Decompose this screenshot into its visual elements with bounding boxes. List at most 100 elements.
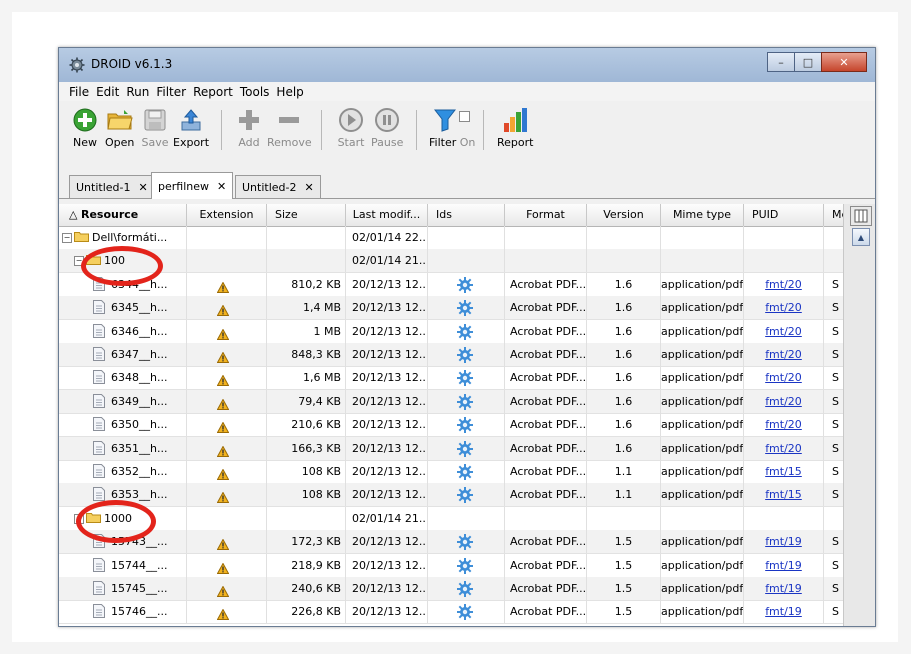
save-button[interactable]: Save — [141, 106, 169, 149]
puid-link[interactable]: fmt/20 — [765, 325, 802, 338]
report-button[interactable]: Report — [497, 106, 533, 149]
column-header-size[interactable]: Size — [267, 204, 346, 226]
table-row[interactable]: 15743__... 172,3 KB 20/12/13 12... Acrobat … — [59, 530, 843, 555]
filter-label: Filter — [429, 136, 457, 149]
puid-cell: fmt/15 — [744, 460, 824, 483]
last-cell: 02/01/14 21... — [346, 506, 428, 530]
file-name: 6346__h... — [111, 324, 168, 338]
table-row[interactable]: −100 02/01/14 21... — [59, 249, 843, 274]
puid-cell — [744, 249, 824, 273]
table-row[interactable]: 6347__h... 848,3 KB 20/12/13 12... Acrobat … — [59, 343, 843, 367]
puid-cell: fmt/20 — [744, 436, 824, 460]
column-header-ids[interactable]: Ids — [428, 204, 505, 226]
open-button[interactable]: Open — [105, 106, 134, 149]
table-row[interactable]: 6352__h... 108 KB 20/12/13 12... Acrobat PD… — [59, 460, 843, 484]
mime-cell: application/pdf — [661, 436, 744, 460]
new-icon — [73, 108, 97, 132]
resource-cell[interactable]: 6347__h... — [59, 343, 187, 366]
column-header-extension[interactable]: Extension — [187, 204, 267, 226]
table-row[interactable]: −1000 02/01/14 21... — [59, 506, 843, 531]
puid-link[interactable]: fmt/20 — [765, 371, 802, 384]
tab-untitled-2[interactable]: Untitled-2 ✕ — [235, 175, 321, 198]
mime-value: application/pdf — [661, 535, 744, 549]
resource-cell[interactable]: 6349__h... — [59, 389, 187, 413]
tab-perfilnew[interactable]: perfilnew ✕ — [151, 172, 234, 199]
table-row[interactable]: 6346__h... 1 MB 20/12/13 12... Acrobat PDF.… — [59, 319, 843, 344]
resource-cell[interactable]: 6350__h... — [59, 413, 187, 437]
column-header-puid[interactable]: PUID — [744, 204, 824, 226]
resource-cell[interactable]: 6346__h... — [59, 319, 187, 343]
menu-help[interactable]: Help — [276, 85, 303, 99]
table-row[interactable]: 6344__h... 810,2 KB 20/12/13 12... Acrobat … — [59, 272, 843, 297]
menu-report[interactable]: Report — [193, 85, 233, 99]
puid-link[interactable]: fmt/19 — [765, 582, 802, 595]
resource-cell[interactable]: 15745__... — [59, 577, 187, 600]
filter-checkbox-icon[interactable] — [459, 110, 471, 122]
puid-link[interactable]: fmt/20 — [765, 348, 802, 361]
table-row[interactable]: 15744__... 218,9 KB 20/12/13 12... Acrobat … — [59, 553, 843, 578]
tree-collapse-icon[interactable]: − — [62, 233, 72, 243]
new-button[interactable]: New — [71, 106, 99, 149]
close-window-button[interactable]: ✕ — [821, 52, 867, 72]
column-header-resource[interactable]: △ Resource — [59, 204, 187, 226]
maximize-button[interactable]: □ — [794, 52, 822, 72]
filter-button[interactable]: Filter On — [429, 106, 475, 149]
column-header-method[interactable]: Me — [824, 204, 843, 226]
table-row[interactable]: 15745__... 240,6 KB 20/12/13 12... Acrobat … — [59, 577, 843, 601]
arrow-up-icon: ▲ — [857, 232, 865, 242]
minimize-button[interactable]: – — [767, 52, 795, 72]
puid-link[interactable]: fmt/20 — [765, 418, 802, 431]
table-row[interactable]: − Dell\formáti... 02/01/14 22... — [59, 226, 843, 250]
puid-link[interactable]: fmt/19 — [765, 605, 802, 618]
start-button[interactable]: Start — [337, 106, 365, 149]
menu-run[interactable]: Run — [126, 85, 149, 99]
last-value: 02/01/14 22... — [352, 231, 428, 244]
resource-cell[interactable]: 6348__h... — [59, 366, 187, 390]
close-tab-icon[interactable]: ✕ — [138, 181, 147, 194]
puid-link[interactable]: fmt/19 — [765, 559, 802, 572]
puid-link[interactable]: fmt/19 — [765, 535, 802, 548]
close-tab-icon[interactable]: ✕ — [217, 180, 226, 193]
puid-link[interactable]: fmt/20 — [765, 395, 802, 408]
menu-tools[interactable]: Tools — [240, 85, 270, 99]
format-cell: Acrobat PDF... — [505, 319, 587, 343]
version-cell: 1.6 — [587, 343, 661, 366]
pause-button[interactable]: Pause — [371, 106, 403, 149]
table-row[interactable]: 6345__h... 1,4 MB 20/12/13 12... Acrobat PD… — [59, 296, 843, 321]
puid-link[interactable]: fmt/20 — [765, 301, 802, 314]
resource-cell[interactable]: 15746__... — [59, 600, 187, 624]
resource-cell[interactable]: 6345__h... — [59, 296, 187, 320]
puid-link[interactable]: fmt/15 — [765, 488, 802, 501]
title-bar[interactable]: DROID v6.1.3 – □ ✕ — [59, 48, 875, 82]
resource-cell[interactable]: 6351__h... — [59, 436, 187, 460]
column-header-last-modified[interactable]: Last modif... — [346, 204, 428, 226]
table-row[interactable]: 6351__h... 166,3 KB 20/12/13 12... Acrobat … — [59, 436, 843, 461]
filter-state-label: On — [459, 136, 476, 149]
last-cell: 02/01/14 21... — [346, 249, 428, 273]
table-row[interactable]: 6350__h... 210,6 KB 20/12/13 12... Acrobat … — [59, 413, 843, 438]
menu-file[interactable]: File — [69, 85, 89, 99]
size-cell: 210,6 KB — [267, 413, 346, 437]
table-row[interactable]: 6348__h... 1,6 MB 20/12/13 12... Acrobat PD… — [59, 366, 843, 391]
remove-button[interactable]: Remove — [267, 106, 312, 149]
column-header-version[interactable]: Version — [587, 204, 661, 226]
export-button[interactable]: Export — [173, 106, 209, 149]
table-row[interactable]: 15746__... 226,8 KB 20/12/13 12... Acrobat … — [59, 600, 843, 625]
resource-cell[interactable]: 15744__... — [59, 553, 187, 577]
menu-filter[interactable]: Filter — [156, 85, 186, 99]
column-chooser-button[interactable] — [850, 206, 872, 226]
column-header-mime-type[interactable]: Mime type — [661, 204, 744, 226]
table-row[interactable]: 6349__h... 79,4 KB 20/12/13 12... Acrobat P… — [59, 389, 843, 414]
table-row[interactable]: 6353__h... 108 KB 20/12/13 12... Acrobat PD… — [59, 483, 843, 508]
scroll-up-button[interactable]: ▲ — [852, 228, 870, 246]
close-tab-icon[interactable]: ✕ — [304, 181, 313, 194]
puid-link[interactable]: fmt/15 — [765, 465, 802, 478]
column-header-format[interactable]: Format — [505, 204, 587, 226]
menu-edit[interactable]: Edit — [96, 85, 119, 99]
vertical-scrollbar[interactable]: ▲ — [843, 204, 875, 626]
resource-cell[interactable]: 6352__h... — [59, 460, 187, 483]
add-button[interactable]: Add — [235, 106, 263, 149]
puid-link[interactable]: fmt/20 — [765, 278, 802, 291]
tab-untitled-1[interactable]: Untitled-1 ✕ — [69, 175, 155, 198]
puid-link[interactable]: fmt/20 — [765, 442, 802, 455]
